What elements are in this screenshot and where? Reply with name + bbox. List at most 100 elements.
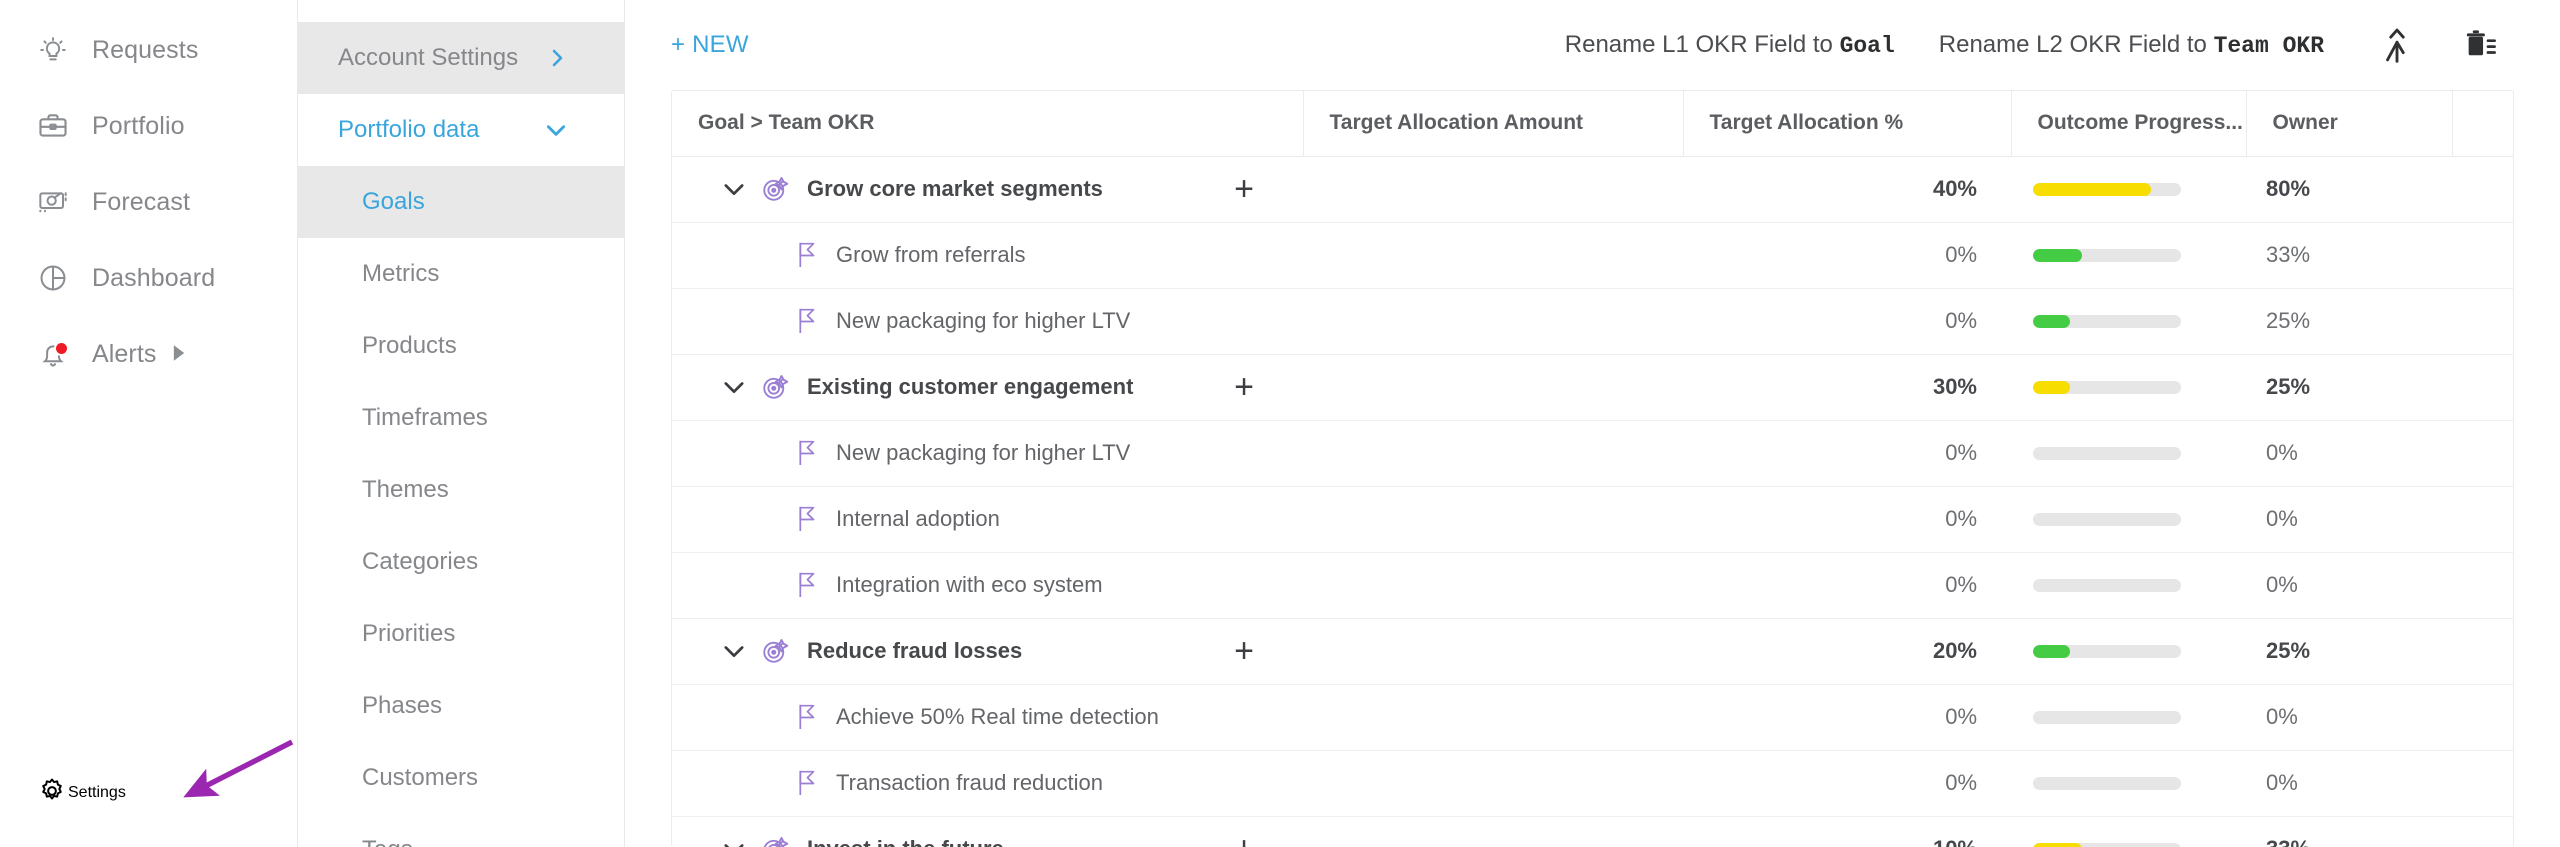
cell-owner[interactable] bbox=[2452, 816, 2513, 847]
sidebar-item-themes[interactable]: Themes bbox=[298, 454, 624, 526]
sidebar-item-customers[interactable]: Customers bbox=[298, 742, 624, 814]
progress-fill bbox=[2033, 644, 2070, 658]
cell-owner[interactable] bbox=[2452, 618, 2513, 685]
column-header-amount[interactable]: Target Allocation Amount bbox=[1303, 91, 1684, 157]
plus-icon[interactable]: + bbox=[1227, 634, 1261, 668]
chevron-down-icon[interactable] bbox=[717, 835, 751, 847]
cell-target-allocation-amount[interactable] bbox=[1303, 750, 1683, 817]
table-row[interactable]: New packaging for higher LTV 0% 25% bbox=[672, 288, 2513, 355]
progress-fill bbox=[2033, 380, 2070, 394]
cell-target-allocation-pct[interactable]: 10% bbox=[1683, 816, 2011, 847]
cell-target-allocation-pct[interactable]: 0% bbox=[1683, 750, 2011, 817]
target-icon bbox=[759, 635, 791, 667]
column-header-outcome-progress[interactable]: Outcome Progress... bbox=[2011, 91, 2247, 157]
chevron-right-icon[interactable] bbox=[545, 46, 569, 70]
cell-target-allocation-pct[interactable]: 0% bbox=[1683, 684, 2011, 751]
cell-target-allocation-amount[interactable] bbox=[1303, 156, 1683, 223]
cell-target-allocation-amount[interactable] bbox=[1303, 288, 1683, 355]
cell-target-allocation-pct[interactable]: 0% bbox=[1683, 288, 2011, 355]
cell-target-allocation-amount[interactable] bbox=[1303, 420, 1683, 487]
rename-l1-prefix: Rename L1 OKR Field to bbox=[1564, 31, 1840, 58]
sidebar-item-requests[interactable]: Requests bbox=[0, 12, 297, 88]
cell-target-allocation-pct[interactable]: 20% bbox=[1683, 618, 2011, 685]
chevron-down-icon[interactable] bbox=[543, 117, 569, 143]
cell-owner[interactable] bbox=[2452, 684, 2513, 751]
cell-target-allocation-pct[interactable]: 30% bbox=[1683, 354, 2011, 421]
cell-owner[interactable] bbox=[2452, 750, 2513, 817]
sidebar-item-tags[interactable]: Tags bbox=[298, 814, 624, 847]
cell-owner[interactable] bbox=[2452, 288, 2513, 355]
goal-name: Grow core market segments bbox=[807, 176, 1103, 201]
table-row[interactable]: Grow from referrals 0% 33% bbox=[672, 222, 2513, 289]
key-result-name: New packaging for higher LTV bbox=[836, 308, 1131, 333]
rename-l1-button[interactable]: Rename L1 OKR Field to Goal bbox=[1543, 31, 1917, 59]
sidebar-item-products[interactable]: Products bbox=[298, 310, 624, 382]
cell-target-allocation-pct[interactable]: 0% bbox=[1683, 486, 2011, 553]
sidebar-item-goals[interactable]: Goals bbox=[298, 166, 624, 238]
sidebar-item-metrics[interactable]: Metrics bbox=[298, 238, 624, 310]
cell-owner[interactable] bbox=[2452, 222, 2513, 289]
sidebar-item-priorities[interactable]: Priorities bbox=[298, 598, 624, 670]
plus-icon[interactable]: + bbox=[1227, 172, 1261, 206]
cell-name: Integration with eco system bbox=[672, 552, 1303, 619]
sidebar-item-portfolio-data[interactable]: Portfolio data bbox=[298, 94, 624, 166]
chevron-down-icon[interactable] bbox=[717, 373, 751, 401]
plus-icon[interactable]: + bbox=[1227, 370, 1261, 404]
merge-arrow-icon[interactable] bbox=[2364, 17, 2430, 73]
cell-name: Existing customer engagement + bbox=[672, 354, 1303, 421]
table-row[interactable]: Grow core market segments +40% 80% bbox=[672, 156, 2513, 223]
cell-target-allocation-pct[interactable]: 0% bbox=[1683, 552, 2011, 619]
cell-target-allocation-amount[interactable] bbox=[1303, 552, 1683, 619]
sidebar-item-portfolio[interactable]: Portfolio bbox=[0, 88, 297, 164]
cell-outcome-progress-value: 0% bbox=[2246, 684, 2452, 751]
cell-target-allocation-amount[interactable] bbox=[1303, 684, 1683, 751]
new-goal-button[interactable]: + NEW bbox=[671, 31, 749, 59]
chevron-right-icon[interactable] bbox=[171, 344, 187, 365]
progress-track bbox=[2033, 314, 2181, 328]
cell-target-allocation-amount[interactable] bbox=[1303, 486, 1683, 553]
cell-target-allocation-pct[interactable]: 40% bbox=[1683, 156, 2011, 223]
table-row[interactable]: Integration with eco system 0% 0% bbox=[672, 552, 2513, 619]
table-row[interactable]: Existing customer engagement +30% 25% bbox=[672, 354, 2513, 421]
column-header-name[interactable]: Goal > Team OKR bbox=[672, 91, 1304, 157]
cell-target-allocation-amount[interactable] bbox=[1303, 354, 1683, 421]
sidebar-item-settings[interactable]: Settings bbox=[0, 765, 126, 821]
chevron-down-icon[interactable] bbox=[717, 175, 751, 203]
cell-owner[interactable] bbox=[2452, 420, 2513, 487]
cell-target-allocation-amount[interactable] bbox=[1303, 816, 1683, 847]
column-header-target-pct[interactable]: Target Allocation % bbox=[1683, 91, 2012, 157]
sidebar-item-forecast[interactable]: Forecast bbox=[0, 164, 297, 240]
sidebar-item-alerts[interactable]: Alerts bbox=[0, 316, 297, 392]
sidebar-item-dashboard[interactable]: Dashboard bbox=[0, 240, 297, 316]
table-row[interactable]: Transaction fraud reduction 0% 0% bbox=[672, 750, 2513, 817]
cell-owner[interactable] bbox=[2452, 354, 2513, 421]
delete-list-icon[interactable] bbox=[2448, 17, 2514, 73]
chevron-down-icon[interactable] bbox=[717, 637, 751, 665]
cell-owner[interactable] bbox=[2452, 486, 2513, 553]
cell-owner[interactable] bbox=[2452, 552, 2513, 619]
table-row[interactable]: Internal adoption 0% 0% bbox=[672, 486, 2513, 553]
cell-target-allocation-pct[interactable]: 0% bbox=[1683, 222, 2011, 289]
key-result-name: Integration with eco system bbox=[836, 572, 1103, 597]
table-row[interactable]: Achieve 50% Real time detection 0% 0% bbox=[672, 684, 2513, 751]
cell-owner[interactable] bbox=[2452, 156, 2513, 223]
progress-track bbox=[2033, 644, 2181, 658]
cell-target-allocation-pct[interactable]: 0% bbox=[1683, 420, 2011, 487]
sidebar-item-phases[interactable]: Phases bbox=[298, 670, 624, 742]
cell-outcome-progress-value: 0% bbox=[2246, 486, 2452, 553]
plus-icon[interactable]: + bbox=[1227, 832, 1261, 847]
sidebar-item-account-settings[interactable]: Account Settings bbox=[298, 22, 624, 94]
progress-track bbox=[2033, 578, 2181, 592]
table-row[interactable]: New packaging for higher LTV 0% 0% bbox=[672, 420, 2513, 487]
sidebar-item-timeframes[interactable]: Timeframes bbox=[298, 382, 624, 454]
sidebar-item-label: Requests bbox=[92, 35, 199, 64]
cell-target-allocation-amount[interactable] bbox=[1303, 618, 1683, 685]
table-row[interactable]: Invest in the future +10% 33% bbox=[672, 816, 2513, 847]
sidebar-item-categories[interactable]: Categories bbox=[298, 526, 624, 598]
rename-l2-button[interactable]: Rename L2 OKR Field to Team OKR bbox=[1917, 31, 2346, 59]
cell-outcome-progress-value: 33% bbox=[2246, 222, 2452, 289]
table-row[interactable]: Reduce fraud losses +20% 25% bbox=[672, 618, 2513, 685]
cell-target-allocation-amount[interactable] bbox=[1303, 222, 1683, 289]
cell-outcome-progress-bar bbox=[2011, 288, 2246, 355]
column-header-owner[interactable]: Owner bbox=[2246, 91, 2453, 157]
